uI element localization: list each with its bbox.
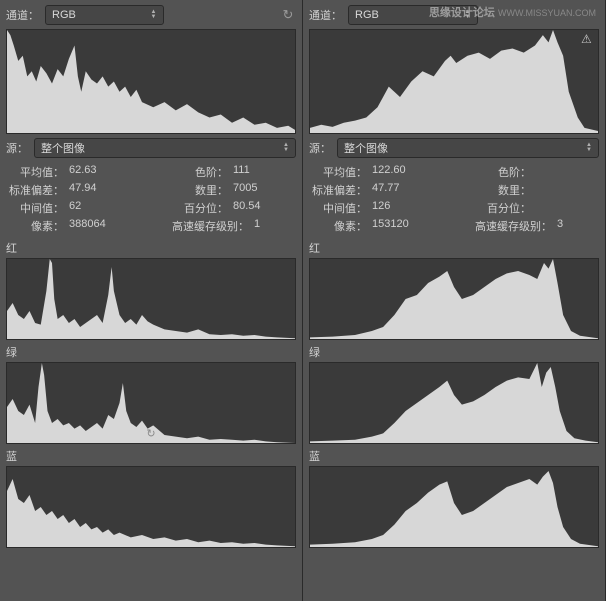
- stats-block: 平均值： 62.63 标准偏差： 47.94 中间值： 62 像素： 388064 色阶…: [6, 162, 296, 234]
- histogram-rgb: ⚠: [309, 29, 599, 134]
- mean-value: 122.60: [372, 164, 412, 180]
- percentile-label: 百分位：: [172, 200, 228, 216]
- channel-select[interactable]: RGB▲▼: [45, 5, 164, 25]
- histogram-green: [309, 362, 599, 444]
- channel-label: 通道：: [309, 7, 342, 23]
- dropdown-arrows-icon: ▲▼: [586, 143, 592, 153]
- histogram-blue: [6, 466, 296, 548]
- stddev-value: 47.94: [69, 182, 109, 198]
- red-label: 红: [309, 240, 599, 256]
- count-value: 7005: [233, 182, 273, 198]
- source-select[interactable]: 整个图像▲▼: [337, 138, 599, 158]
- watermark: 思缘设计论坛 WWW.MISSYUAN.COM: [429, 4, 596, 20]
- percentile-value: 80.54: [233, 200, 273, 216]
- channel-label: 通道：: [6, 7, 39, 23]
- stats-block: 平均值：122.60 标准偏差：47.77 中间值：126 像素：153120 …: [309, 162, 599, 234]
- median-label: 中间值：: [8, 200, 64, 216]
- stddev-value: 47.77: [372, 182, 412, 198]
- mean-label: 平均值：: [8, 164, 64, 180]
- source-label: 源：: [6, 140, 28, 156]
- cache-value: 1: [254, 218, 294, 234]
- pixels-value: 153120: [372, 218, 412, 234]
- histogram-panel-right: 通道： RGB▲▼ ⚠ 源： 整个图像▲▼ 平均值：122.60 标准偏差：47…: [303, 0, 606, 601]
- level-value: 111: [233, 164, 273, 180]
- count-label: 数里：: [172, 182, 228, 198]
- cache-label: 高速缓存级别：: [475, 218, 552, 234]
- percentile-value: [536, 200, 576, 216]
- mean-value: 62.63: [69, 164, 109, 180]
- dropdown-arrows-icon: ▲▼: [283, 143, 289, 153]
- histogram-red: [309, 258, 599, 340]
- histogram-red: [6, 258, 296, 340]
- pixels-label: 像素：: [8, 218, 64, 234]
- dropdown-arrows-icon: ▲▼: [151, 10, 157, 20]
- pixels-label: 像素：: [311, 218, 367, 234]
- level-value: [536, 164, 576, 180]
- pixels-value: 388064: [69, 218, 109, 234]
- stddev-label: 标准偏差：: [8, 182, 64, 198]
- refresh-icon[interactable]: ↻: [146, 427, 155, 440]
- median-value: 62: [69, 200, 109, 216]
- histogram-area: [7, 30, 295, 133]
- refresh-icon[interactable]: ↻: [280, 7, 296, 23]
- median-label: 中间值：: [311, 200, 367, 216]
- histogram-panel-left: 通道： RGB▲▼ ↻ 源： 整个图像▲▼ 平均值： 62.63 标准偏差： 47.…: [0, 0, 303, 601]
- histogram-rgb: [6, 29, 296, 134]
- cache-value: 3: [557, 218, 597, 234]
- histogram-blue: [309, 466, 599, 548]
- count-label: 数里：: [475, 182, 531, 198]
- red-label: 红: [6, 240, 296, 256]
- green-label: 绿: [6, 344, 296, 360]
- cache-label: 高速缓存级别：: [172, 218, 249, 234]
- source-label: 源：: [309, 140, 331, 156]
- count-value: [536, 182, 576, 198]
- stddev-label: 标准偏差：: [311, 182, 367, 198]
- green-label: 绿: [309, 344, 599, 360]
- source-select[interactable]: 整个图像▲▼: [34, 138, 296, 158]
- median-value: 126: [372, 200, 412, 216]
- percentile-label: 百分位：: [475, 200, 531, 216]
- blue-label: 蓝: [6, 448, 296, 464]
- blue-label: 蓝: [309, 448, 599, 464]
- level-label: 色阶：: [172, 164, 228, 180]
- mean-label: 平均值：: [311, 164, 367, 180]
- level-label: 色阶：: [475, 164, 531, 180]
